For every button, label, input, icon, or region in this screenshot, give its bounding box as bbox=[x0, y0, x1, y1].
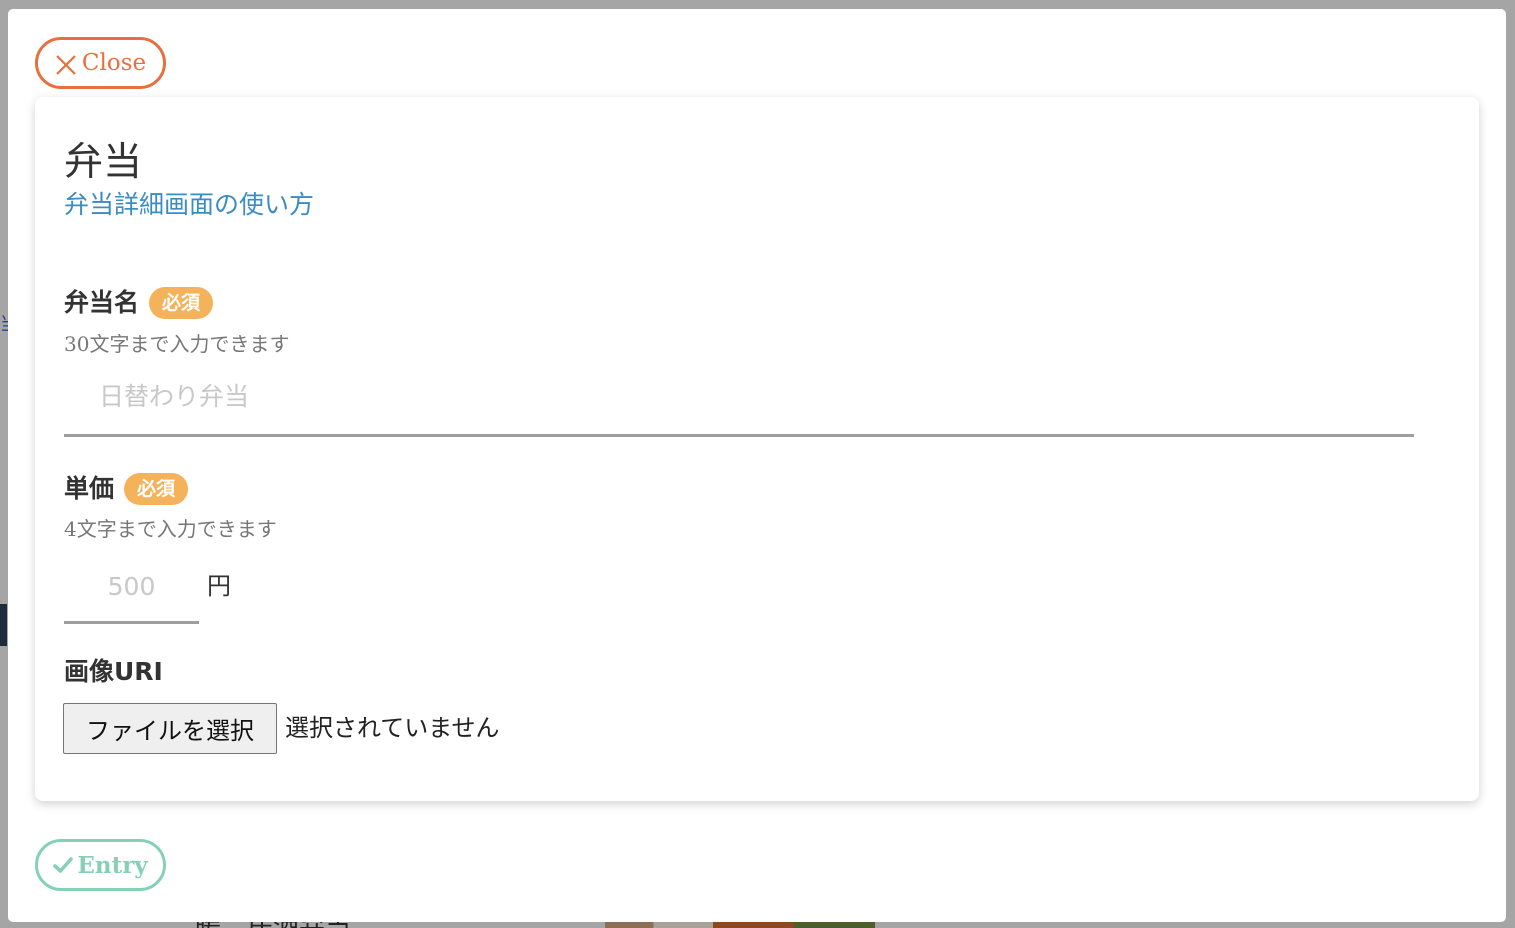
required-badge: 必須 bbox=[124, 473, 189, 505]
choose-file-button[interactable]: ファイルを選択 bbox=[63, 703, 277, 754]
image-field-label: 画像URI bbox=[64, 657, 163, 687]
name-label-text: 弁当名 bbox=[64, 288, 140, 317]
bento-name-input[interactable] bbox=[64, 359, 1414, 437]
price-help-text: 4文字まで入力できます bbox=[64, 517, 277, 541]
name-field-label: 弁当名 必須 bbox=[64, 287, 214, 319]
close-icon bbox=[56, 55, 76, 75]
price-unit: 円 bbox=[207, 572, 231, 600]
entry-button[interactable]: Entry bbox=[35, 839, 166, 891]
close-button[interactable]: Close bbox=[35, 37, 166, 89]
bento-edit-modal: Close 弁当 弁当詳細画面の使い方 弁当名 必須 30文字まで入力できます … bbox=[8, 9, 1506, 922]
bento-form-card: 弁当 弁当詳細画面の使い方 弁当名 必須 30文字まで入力できます 単価 必須 … bbox=[35, 97, 1479, 801]
price-field-label: 単価 必須 bbox=[64, 473, 189, 505]
name-help-text: 30文字まで入力できます bbox=[64, 332, 290, 356]
entry-button-label: Entry bbox=[77, 851, 148, 879]
price-label-text: 単価 bbox=[64, 474, 115, 503]
file-status-text: 選択されていません bbox=[285, 714, 500, 742]
usage-help-link[interactable]: 弁当詳細画面の使い方 bbox=[64, 190, 314, 220]
close-button-label: Close bbox=[81, 50, 147, 76]
unit-price-input[interactable] bbox=[64, 552, 199, 624]
page-title: 弁当 bbox=[64, 140, 143, 185]
required-badge: 必須 bbox=[149, 287, 214, 319]
check-icon bbox=[53, 857, 74, 873]
image-label-text: 画像URI bbox=[64, 657, 163, 686]
